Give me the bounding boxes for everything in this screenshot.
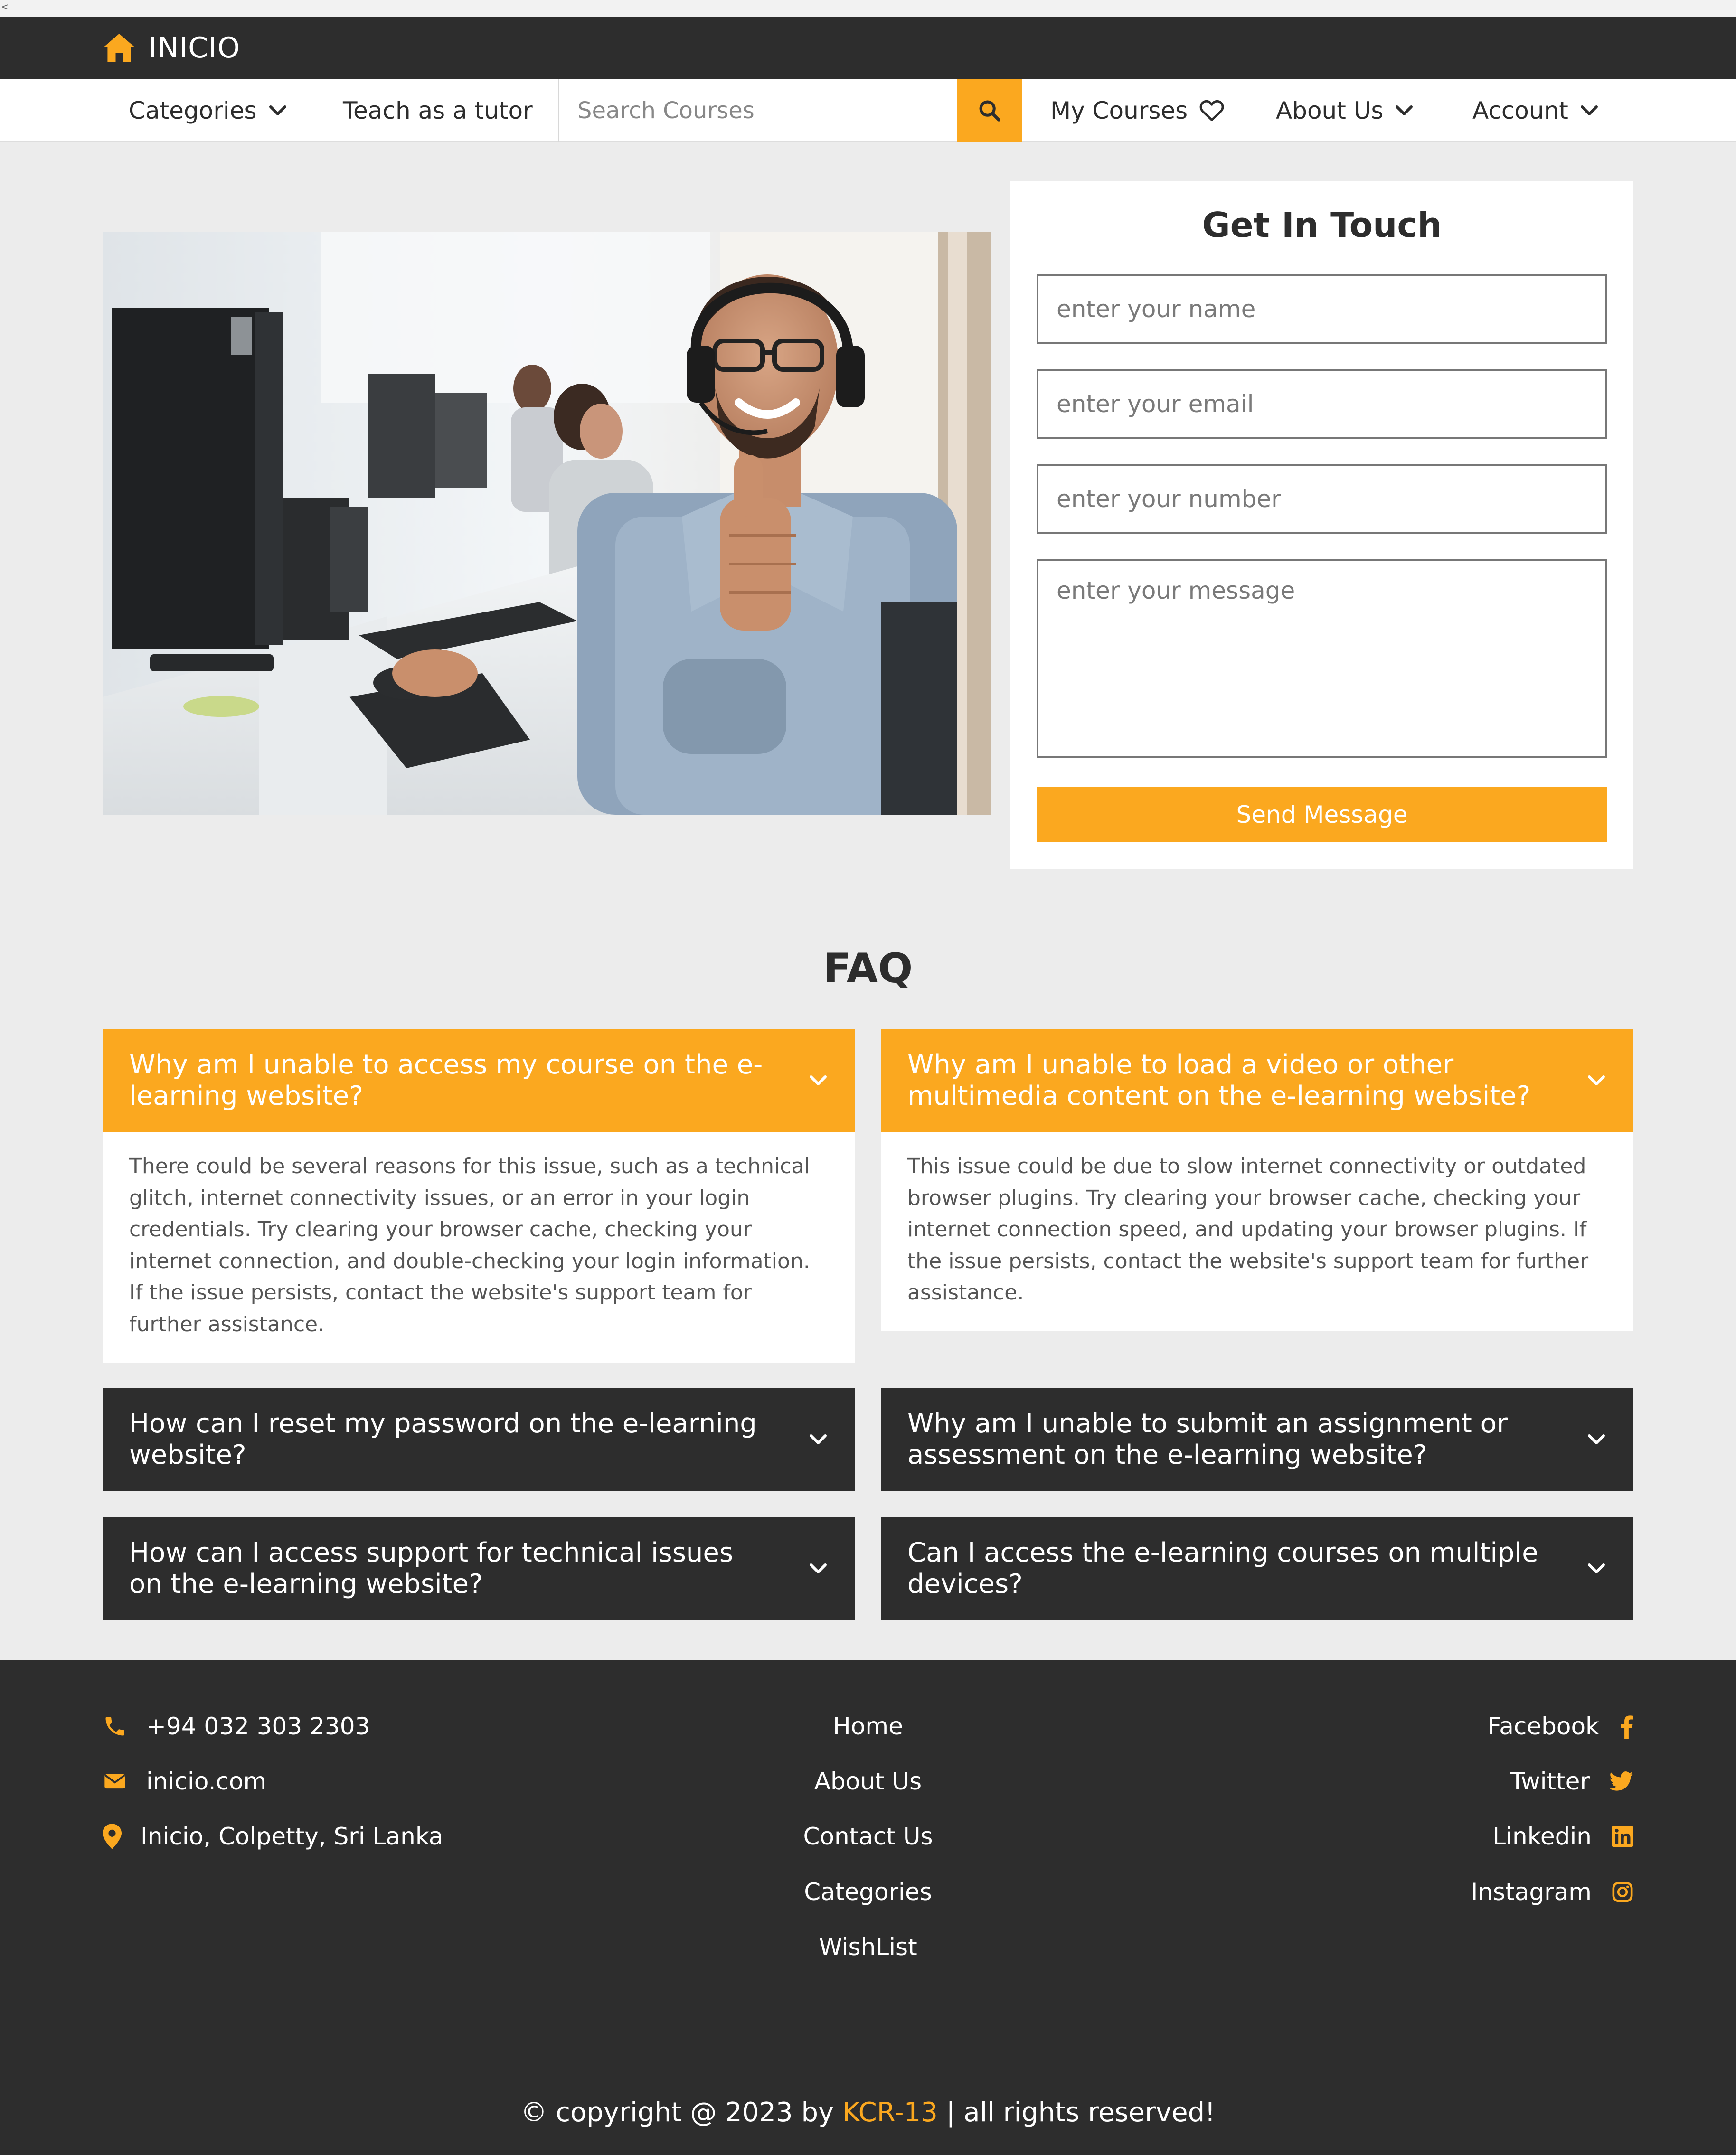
faq-question[interactable]: How can I access support for technical i… [103, 1517, 855, 1620]
footer-social-instagram[interactable]: Instagram [1471, 1878, 1633, 1906]
copyright-prefix: © copyright @ 2023 by [520, 2097, 842, 2128]
faq-item: Can I access the e-learning courses on m… [881, 1517, 1633, 1620]
chevron-down-icon [1588, 1434, 1605, 1444]
nav-about-us[interactable]: About Us [1276, 79, 1414, 142]
faq-item: How can I reset my password on the e-lea… [103, 1388, 855, 1491]
footer-social-twitter[interactable]: Twitter [1510, 1768, 1633, 1795]
faq-question[interactable]: How can I reset my password on the e-lea… [103, 1388, 855, 1491]
main-navbar: Categories Teach as a tutor My Courses A… [0, 79, 1736, 142]
search-icon [979, 100, 1000, 122]
site-footer: +94 032 303 2303 inicio.com Inicio, Colp… [0, 1660, 1736, 2155]
chevron-down-icon [1396, 105, 1413, 115]
heart-icon [1199, 100, 1224, 122]
footer-social-linkedin-label: Linkedin [1492, 1823, 1592, 1850]
number-field[interactable] [1037, 464, 1607, 534]
search-box [558, 79, 957, 142]
faq-heading: FAQ [823, 945, 913, 992]
faq-answer: There could be several reasons for this … [103, 1132, 855, 1363]
chevron-down-icon [1588, 1563, 1605, 1573]
footer-social-facebook-label: Facebook [1488, 1713, 1599, 1740]
send-message-button[interactable]: Send Message [1037, 787, 1607, 842]
faq-question-text: Can I access the e-learning courses on m… [907, 1537, 1538, 1600]
twitter-icon [1610, 1771, 1633, 1791]
email-field[interactable] [1037, 369, 1607, 439]
copyright-notice: © copyright @ 2023 by KCR-13 | all right… [0, 2097, 1736, 2128]
nav-my-courses[interactable]: My Courses [1050, 79, 1225, 142]
footer-social-instagram-label: Instagram [1471, 1878, 1592, 1906]
facebook-icon [1621, 1715, 1633, 1739]
chevron-down-icon [810, 1434, 827, 1444]
faq-item: Why am I unable to access my course on t… [103, 1029, 855, 1363]
nav-teach-as-tutor[interactable]: Teach as a tutor [343, 79, 533, 142]
name-field[interactable] [1037, 274, 1607, 344]
copyright-suffix: | all rights reserved! [937, 2097, 1216, 2128]
browser-top-strip: < [0, 0, 1736, 17]
nav-account[interactable]: Account [1472, 79, 1599, 142]
message-field[interactable] [1037, 559, 1607, 758]
nav-categories-label: Categories [129, 97, 257, 124]
support-agent-photo [103, 232, 991, 815]
faq-question[interactable]: Can I access the e-learning courses on m… [881, 1517, 1633, 1620]
faq-answer: This issue could be due to slow internet… [881, 1132, 1633, 1331]
linkedin-icon [1612, 1826, 1633, 1847]
nav-categories[interactable]: Categories [129, 79, 287, 142]
faq-question-text: How can I reset my password on the e-lea… [129, 1408, 757, 1470]
chevron-down-icon [1580, 105, 1598, 115]
search-button[interactable] [957, 79, 1022, 142]
nav-about-label: About Us [1276, 97, 1384, 124]
copyright-brand-link[interactable]: KCR-13 [842, 2097, 938, 2128]
faq-item: Why am I unable to load a video or other… [881, 1029, 1633, 1331]
top-strip-glyph: < [1, 1, 9, 12]
brand-bar: INICIO [0, 17, 1736, 79]
faq-question[interactable]: Why am I unable to load a video or other… [881, 1029, 1633, 1132]
nav-my-courses-label: My Courses [1050, 97, 1188, 124]
footer-link-about-us[interactable]: About Us [0, 1768, 1736, 1795]
faq-question[interactable]: Why am I unable to submit an assignment … [881, 1388, 1633, 1491]
faq-question-text: Why am I unable to access my course on t… [129, 1049, 763, 1111]
faq-question[interactable]: Why am I unable to access my course on t… [103, 1029, 855, 1132]
faq-item: Why am I unable to submit an assignment … [881, 1388, 1633, 1491]
chevron-down-icon [810, 1075, 827, 1085]
contact-title: Get In Touch [1202, 205, 1442, 245]
faq-item: How can I access support for technical i… [103, 1517, 855, 1620]
chevron-down-icon [810, 1563, 827, 1573]
nav-account-label: Account [1472, 97, 1568, 124]
contact-form-card: Get In Touch Send Message [1010, 181, 1633, 869]
chevron-down-icon [1588, 1075, 1605, 1085]
home-icon [104, 34, 135, 62]
search-input[interactable] [559, 79, 957, 142]
footer-link-home[interactable]: Home [0, 1713, 1736, 1740]
brand-logo-link[interactable]: INICIO [102, 30, 240, 66]
footer-social-twitter-label: Twitter [1510, 1768, 1590, 1795]
brand-name: INICIO [149, 31, 241, 65]
instagram-icon [1612, 1882, 1633, 1902]
nav-teach-label: Teach as a tutor [343, 97, 533, 124]
footer-link-wishlist[interactable]: WishList [0, 1933, 1736, 1961]
chevron-down-icon [269, 105, 286, 115]
faq-question-text: Why am I unable to load a video or other… [907, 1049, 1531, 1111]
faq-question-text: How can I access support for technical i… [129, 1537, 734, 1600]
footer-link-contact-us[interactable]: Contact Us [0, 1823, 1736, 1850]
footer-social-facebook[interactable]: Facebook [1488, 1713, 1633, 1740]
faq-question-text: Why am I unable to submit an assignment … [907, 1408, 1508, 1470]
footer-social-linkedin[interactable]: Linkedin [1492, 1823, 1633, 1850]
